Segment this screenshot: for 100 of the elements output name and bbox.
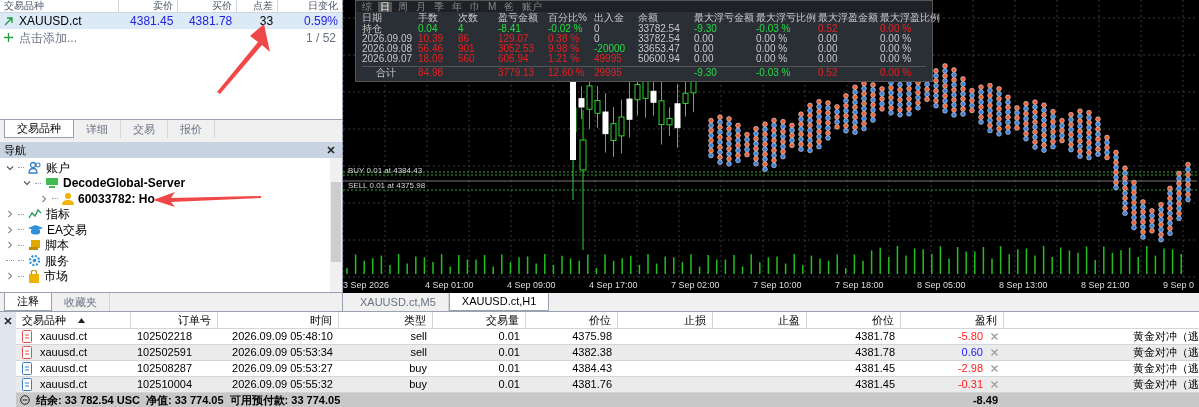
tree-item[interactable]: 市场 — [44, 267, 68, 286]
add-symbol-link[interactable]: 点击添加... — [19, 28, 77, 47]
scroll-icon — [28, 239, 41, 252]
ask-price: 4381.78 — [187, 13, 234, 30]
table-cell-text: xauusd.ct — [40, 345, 88, 361]
stats-cell: 0.00 — [694, 43, 714, 54]
line-graph-icon — [28, 208, 42, 221]
shopping-bag-icon — [28, 269, 40, 283]
stats-cell: 0.00 — [818, 53, 838, 64]
document-icon — [22, 330, 32, 343]
panel-tab[interactable]: 交易 — [121, 120, 168, 139]
order-row[interactable]: xauusd.ct 102510004 2026.09.09 05:55:32 buy 0.01 4381.76 4381.45 -0.31 黄金对冲（逃 — [16, 377, 1199, 393]
panel-tab[interactable]: 详细 — [74, 120, 121, 139]
stats-cell: 605.94 — [498, 53, 529, 64]
column-header[interactable]: 价位 — [589, 311, 611, 329]
period-button[interactable]: 周 — [396, 1, 410, 12]
scrollbar[interactable] — [330, 158, 342, 292]
column-header[interactable]: 买价 — [177, 0, 237, 12]
profit-cell-text: 0.60 — [961, 345, 983, 361]
panel-tab[interactable]: 报价 — [168, 120, 215, 139]
free-margin-text: 可用预付款: 33 774.05 — [229, 392, 341, 407]
stats-cell: 3779.13 — [498, 67, 535, 78]
period-button[interactable]: 综 — [360, 1, 374, 12]
time-axis-label: 7 Sep 02:00 — [671, 278, 721, 292]
table-cell: 2026.09.09 05:53:27 — [232, 362, 333, 375]
tree-item[interactable]: 账户 — [46, 158, 70, 177]
panel-tab[interactable]: XAUUSD.ct,H1 — [448, 293, 550, 311]
period-button[interactable]: 季 — [432, 1, 446, 12]
total-profit: -8.49 — [972, 393, 998, 406]
graduation-cap-icon — [28, 223, 43, 236]
period-button[interactable]: 爸 — [502, 1, 517, 12]
column-header[interactable]: 止损 — [684, 311, 706, 329]
column-header[interactable]: 点差 — [236, 0, 278, 12]
symbol-row[interactable]: XAUUSD.ct 4381.45 4381.78 33 0.59% — [0, 13, 342, 29]
period-button[interactable]: 账户 — [520, 1, 545, 12]
stats-cell: -0.03 % — [756, 67, 791, 78]
document-icon — [22, 362, 32, 375]
period-button[interactable]: 日 — [378, 1, 392, 12]
stats-cell: 2026.09.08 — [362, 43, 413, 54]
column-header: 最大浮亏金额 — [694, 13, 755, 24]
stats-cell: 0.00 — [818, 33, 838, 44]
symbol-name: XAUUSD.ct — [19, 13, 82, 30]
time-axis-label: 7 Sep 18:00 — [835, 278, 885, 292]
stats-cell: 0.00 % — [880, 33, 912, 44]
panel-tab[interactable]: 注释 — [4, 293, 52, 311]
time-axis-label: 4 Sep 17:00 — [589, 278, 639, 292]
chevron-right-icon[interactable] — [40, 194, 48, 203]
column-header: 盈亏金额 — [498, 13, 539, 24]
table-cell: 0.01 — [498, 378, 520, 391]
profit-cell-text: -0.31 — [957, 377, 983, 393]
stats-cell: -0.02 % — [548, 23, 583, 34]
comment-cell-text: 黄金对冲（逃 — [1133, 329, 1199, 345]
period-button[interactable]: 年 — [450, 1, 464, 12]
column-header[interactable]: 交易量 — [486, 311, 519, 329]
column-header[interactable]: 止盈 — [778, 311, 800, 329]
chevron-right-icon[interactable] — [6, 272, 14, 281]
period-button[interactable]: 巾 — [468, 1, 482, 12]
stats-cell: 49995 — [594, 53, 622, 64]
column-header[interactable]: 盈利 — [975, 311, 997, 329]
table-cell: 102508287 — [137, 362, 193, 375]
column-header[interactable]: 日变化 — [277, 0, 342, 12]
panel-tab[interactable]: XAUUSD.ct,M5 — [348, 293, 449, 311]
order-row[interactable]: xauusd.ct 102502591 2026.09.09 05:53:34 sell 0.01 4382.38 4381.78 0.60 黄金对冲（逃 — [16, 345, 1199, 361]
period-button[interactable]: 月 — [414, 1, 428, 12]
time-axis-label: 8 Sep 05:00 — [917, 278, 967, 292]
table-cell: 4375.98 — [572, 330, 612, 343]
stats-cell-text: 合计 — [375, 67, 396, 78]
order-row[interactable]: xauusd.ct 102502218 2026.09.09 05:48:10 sell 0.01 4375.98 4381.78 -5.80 黄金对冲（逃 — [16, 329, 1199, 345]
stats-cell: 56.46 — [418, 43, 444, 54]
stats-cell: 0.00 % — [756, 33, 788, 44]
period-button[interactable]: M — [486, 1, 499, 12]
order-label: BUY 0.01 at 4384.43 — [348, 166, 424, 175]
stats-cell: 33782.54 — [638, 33, 680, 44]
column-header[interactable]: 订单号 — [178, 311, 211, 329]
panel-tab[interactable]: 交易品种 — [4, 120, 74, 139]
close-icon[interactable] — [327, 146, 335, 155]
plus-icon[interactable] — [4, 33, 13, 42]
table-cell: sell — [410, 330, 427, 343]
table-cell: 4381.76 — [572, 378, 612, 391]
spread-value: 33 — [258, 13, 275, 30]
panel-tab[interactable]: 收藏夹 — [52, 293, 110, 311]
minus-circle-icon[interactable] — [20, 395, 30, 405]
column-header[interactable]: 时间 — [310, 311, 332, 329]
time-axis-label: 4 Sep 09:00 — [507, 278, 557, 292]
stats-cell: 33653.47 — [638, 43, 680, 54]
comment-cell-text: 黄金对冲（逃 — [1133, 361, 1199, 377]
column-header: 余额 — [638, 13, 659, 24]
column-header[interactable]: 交易品种 — [22, 311, 66, 329]
column-header[interactable]: 卖价 — [117, 0, 178, 12]
close-icon[interactable] — [4, 317, 12, 325]
column-header[interactable]: 交易品种 — [0, 0, 118, 12]
column-header[interactable]: 类型 — [404, 311, 426, 329]
stats-cell: 84.98 — [418, 67, 444, 78]
table-cell: 4382.38 — [572, 346, 612, 359]
order-row[interactable]: xauusd.ct 102508287 2026.09.09 05:53:27 buy 0.01 4384.43 4381.45 -2.98 黄金对冲（逃 — [16, 361, 1199, 377]
table-cell: 2026.09.09 05:55:32 — [232, 378, 333, 391]
stats-cell: 0.00 % — [880, 43, 912, 54]
column-header[interactable]: 价位 — [872, 311, 894, 329]
table-cell: 4381.45 — [855, 378, 895, 391]
column-header: 次数 — [458, 13, 479, 24]
